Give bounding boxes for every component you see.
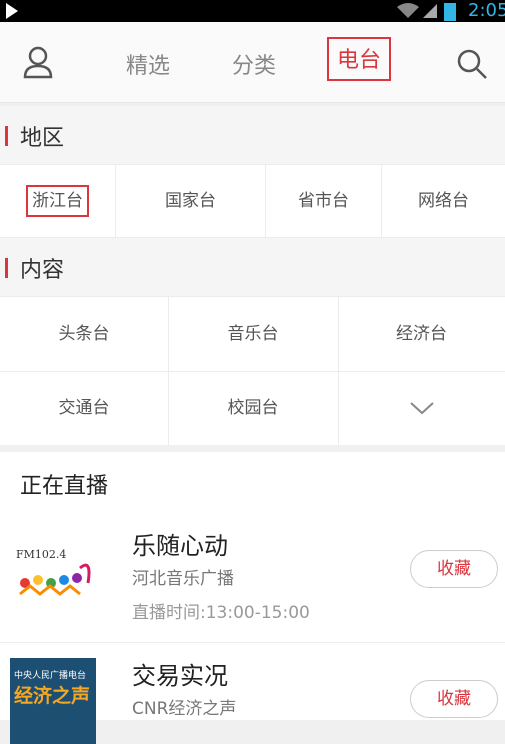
divider — [338, 297, 339, 445]
content-item-economy[interactable]: 经济台 — [338, 297, 505, 371]
svg-text:中央人民广播电台: 中央人民广播电台 — [14, 669, 86, 681]
broadcast-time: 直播时间:13:00-15:00 — [132, 603, 310, 623]
signal-icon — [423, 4, 437, 18]
battery-icon — [444, 3, 456, 21]
status-time: 2:05 — [468, 0, 505, 21]
content-item-headline[interactable]: 头条台 — [0, 297, 168, 371]
content-header: 内容 — [0, 238, 505, 296]
region-row: 浙江台 国家台 省市台 网络台 — [0, 164, 505, 238]
region-item-provincial[interactable]: 省市台 — [266, 165, 381, 237]
svg-text:FM102.4: FM102.4 — [16, 548, 66, 561]
region-item-label: 浙江台 — [26, 185, 89, 217]
svg-text:经济之声: 经济之声 — [14, 684, 90, 707]
section-accent-bar — [5, 126, 8, 146]
station-logo: 中央人民广播电台 经济之声 — [10, 658, 96, 744]
user-icon[interactable] — [22, 46, 54, 80]
search-icon[interactable] — [456, 48, 488, 80]
live-section: 正在直播 FM102.4 乐随心动 河北音乐广播 直播时间:13:00-15:0… — [0, 452, 505, 744]
content-item-music[interactable]: 音乐台 — [168, 297, 338, 371]
favorite-button[interactable]: 收藏 — [410, 680, 498, 718]
region-header: 地区 — [0, 106, 505, 164]
program-name: 交易实况 — [132, 662, 228, 690]
region-item-national[interactable]: 国家台 — [116, 165, 265, 237]
expand-button[interactable] — [338, 371, 505, 445]
wifi-icon — [397, 3, 419, 18]
content-grid: 头条台 音乐台 经济台 交通台 校园台 — [0, 296, 505, 445]
tab-featured[interactable]: 精选 — [126, 48, 170, 80]
station-name: 河北音乐广播 — [132, 569, 234, 589]
favorite-button[interactable]: 收藏 — [410, 550, 498, 588]
station-name: CNR经济之声 — [132, 699, 237, 719]
play-icon — [6, 3, 18, 19]
top-nav: 精选 分类 电台 — [0, 22, 505, 103]
live-heading: 正在直播 — [20, 474, 109, 499]
region-title: 地区 — [20, 126, 65, 151]
status-bar: 2:05 — [0, 0, 505, 22]
region-item-zhejiang[interactable]: 浙江台 — [0, 165, 115, 237]
content-item-traffic[interactable]: 交通台 — [0, 371, 168, 445]
list-item[interactable]: 中央人民广播电台 经济之声 交易实况 CNR经济之声 收藏 — [0, 650, 505, 744]
region-item-network[interactable]: 网络台 — [382, 165, 505, 237]
content-title: 内容 — [20, 258, 65, 283]
program-name: 乐随心动 — [132, 532, 228, 560]
content-item-campus[interactable]: 校园台 — [168, 371, 338, 445]
tab-radio[interactable]: 电台 — [327, 37, 391, 81]
section-accent-bar — [5, 258, 8, 278]
station-logo: FM102.4 — [10, 528, 96, 614]
divider — [0, 642, 505, 643]
chevron-down-icon — [409, 402, 434, 415]
divider — [168, 297, 169, 445]
list-item[interactable]: FM102.4 乐随心动 河北音乐广播 直播时间:13:00-15:00 收藏 — [0, 520, 505, 640]
tab-category[interactable]: 分类 — [232, 48, 276, 80]
